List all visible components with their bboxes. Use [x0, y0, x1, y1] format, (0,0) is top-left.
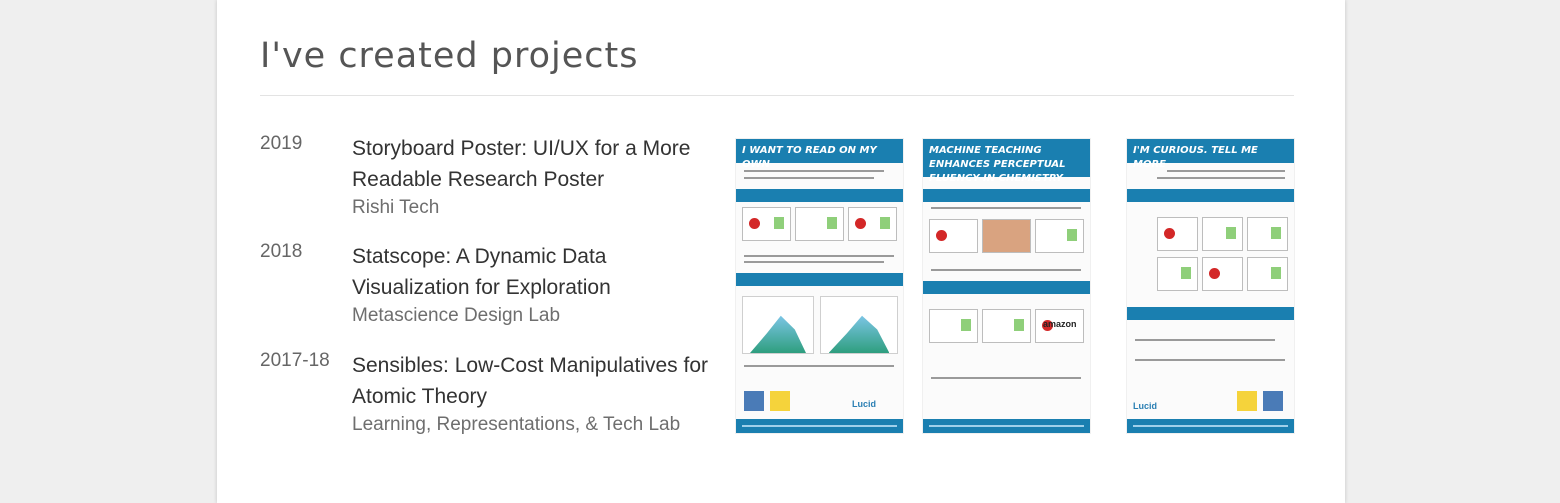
- sticky-note-icon: [770, 391, 790, 411]
- poster-image-reader[interactable]: I want to read on my own Lucid: [735, 138, 904, 434]
- section-title: I've created projects: [260, 36, 639, 76]
- poster-heading: Machine teaching enhances perceptual flu…: [929, 145, 1066, 184]
- poster-thumbnails: [1157, 257, 1288, 291]
- project-year: 2018: [260, 241, 303, 262]
- poster-section-bar: [736, 273, 903, 286]
- poster-image-curious[interactable]: I'm curious. Tell me more Lucid: [1126, 138, 1295, 434]
- poster-header: Machine teaching enhances perceptual flu…: [923, 139, 1090, 184]
- sticky-note-icon: [1237, 391, 1257, 411]
- poster-section-bar: [923, 281, 1090, 294]
- poster-section-bar: [736, 189, 903, 202]
- poster-thumbnails: [742, 207, 897, 241]
- lab-logo: Lucid: [852, 399, 876, 409]
- partner-logo: amazon: [1043, 319, 1077, 329]
- poster-image-chemistry[interactable]: Machine teaching enhances perceptual flu…: [922, 138, 1091, 434]
- project-year: 2019: [260, 133, 303, 154]
- poster-header: I want to read on my own: [736, 139, 903, 170]
- poster-header: I'm curious. Tell me more: [1127, 139, 1294, 170]
- poster-thumbnails: [1157, 217, 1288, 251]
- poster-chart: [742, 296, 814, 354]
- poster-thumbnails: [929, 219, 1084, 253]
- poster-heading: I'm curious. Tell me more: [1133, 145, 1258, 170]
- poster-footer: [736, 419, 903, 433]
- lab-logo: Lucid: [1133, 401, 1157, 411]
- poster-section-bar: [1127, 307, 1294, 320]
- project-organization: Rishi Tech: [352, 197, 440, 218]
- project-title[interactable]: Sensibles: Low-Cost Manipulatives for At…: [352, 350, 712, 412]
- qr-code-icon: [744, 391, 764, 411]
- poster-chart: [820, 296, 898, 354]
- poster-footer: [923, 419, 1090, 433]
- project-title[interactable]: Storyboard Poster: UI/UX for a More Read…: [352, 133, 712, 195]
- project-title[interactable]: Statscope: A Dynamic Data Visualization …: [352, 241, 712, 303]
- poster-section-bar: [1127, 189, 1294, 202]
- qr-code-icon: [1263, 391, 1283, 411]
- project-organization: Learning, Representations, & Tech Lab: [352, 414, 681, 435]
- section-divider: [260, 95, 1294, 96]
- project-year: 2017-18: [260, 350, 330, 371]
- project-organization: Metascience Design Lab: [352, 305, 561, 326]
- projects-card: I've created projects 2019 Storyboard Po…: [217, 0, 1345, 503]
- poster-heading: I want to read on my own: [742, 145, 877, 170]
- poster-section-bar: [923, 189, 1090, 202]
- poster-footer: [1127, 419, 1294, 433]
